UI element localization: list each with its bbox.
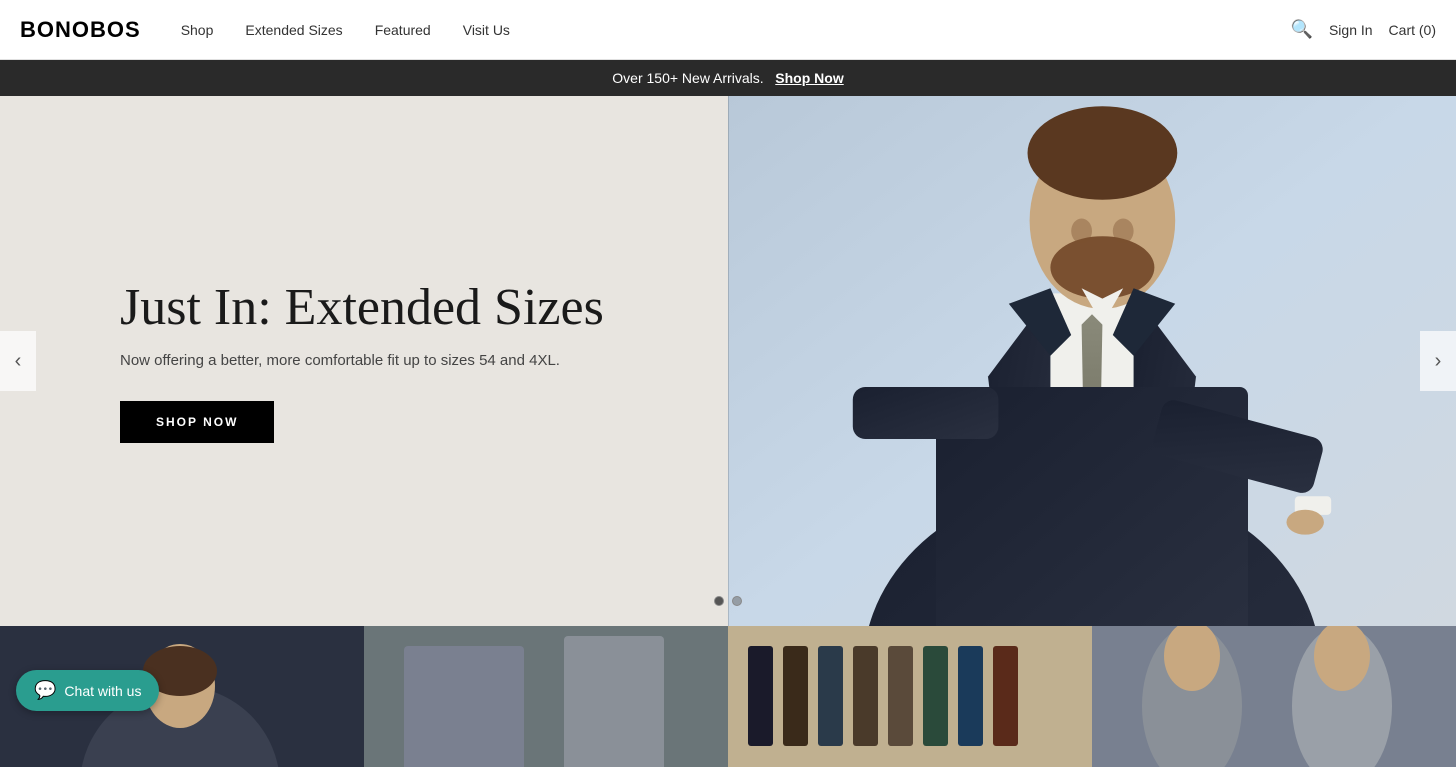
slider-dots: [714, 596, 742, 606]
bottom-preview-strip: [0, 626, 1456, 767]
nav-extended-sizes[interactable]: Extended Sizes: [245, 22, 342, 38]
main-nav: Shop Extended Sizes Featured Visit Us: [181, 22, 1291, 38]
sign-in-link[interactable]: Sign In: [1329, 22, 1373, 38]
arrow-right-icon: ›: [1435, 350, 1442, 373]
bottom-panel-3[interactable]: [728, 626, 1092, 767]
announcement-bar: Over 150+ New Arrivals. Shop Now: [0, 60, 1456, 96]
hero-right-panel: [728, 96, 1456, 626]
hero-left-panel: Just In: Extended Sizes Now offering a b…: [0, 96, 728, 626]
slider-next-button[interactable]: ›: [1420, 331, 1456, 391]
nav-visit-us[interactable]: Visit Us: [463, 22, 510, 38]
nav-shop[interactable]: Shop: [181, 22, 214, 38]
search-button[interactable]: 🔍: [1291, 19, 1313, 40]
hero-slide-1: Just In: Extended Sizes Now offering a b…: [0, 96, 1456, 626]
search-icon: 🔍: [1291, 19, 1313, 39]
site-logo[interactable]: BONOBOS: [20, 17, 141, 43]
header-right-actions: 🔍 Sign In Cart (0): [1291, 19, 1436, 40]
hero-slider: Just In: Extended Sizes Now offering a b…: [0, 96, 1456, 626]
nav-featured[interactable]: Featured: [375, 22, 431, 38]
slider-prev-button[interactable]: ‹: [0, 331, 36, 391]
bottom-panel-4[interactable]: [1092, 626, 1456, 767]
slider-dot-1[interactable]: [714, 596, 724, 606]
announcement-text: Over 150+ New Arrivals.: [612, 70, 763, 86]
slider-dot-2[interactable]: [732, 596, 742, 606]
chat-widget[interactable]: 💬 Chat with us: [16, 670, 159, 711]
hero-title: Just In: Extended Sizes: [120, 279, 604, 336]
announcement-link[interactable]: Shop Now: [775, 70, 843, 86]
chat-label: Chat with us: [64, 683, 141, 699]
arrow-left-icon: ‹: [15, 350, 22, 373]
site-header: BONOBOS Shop Extended Sizes Featured Vis…: [0, 0, 1456, 60]
cart-link[interactable]: Cart (0): [1389, 22, 1436, 38]
hero-subtitle: Now offering a better, more comfortable …: [120, 352, 560, 369]
hero-image: [728, 96, 1456, 626]
bottom-panel-2[interactable]: [364, 626, 728, 767]
shop-now-button[interactable]: SHOP NOW: [120, 401, 274, 443]
chat-bubble-icon: 💬: [34, 680, 56, 701]
